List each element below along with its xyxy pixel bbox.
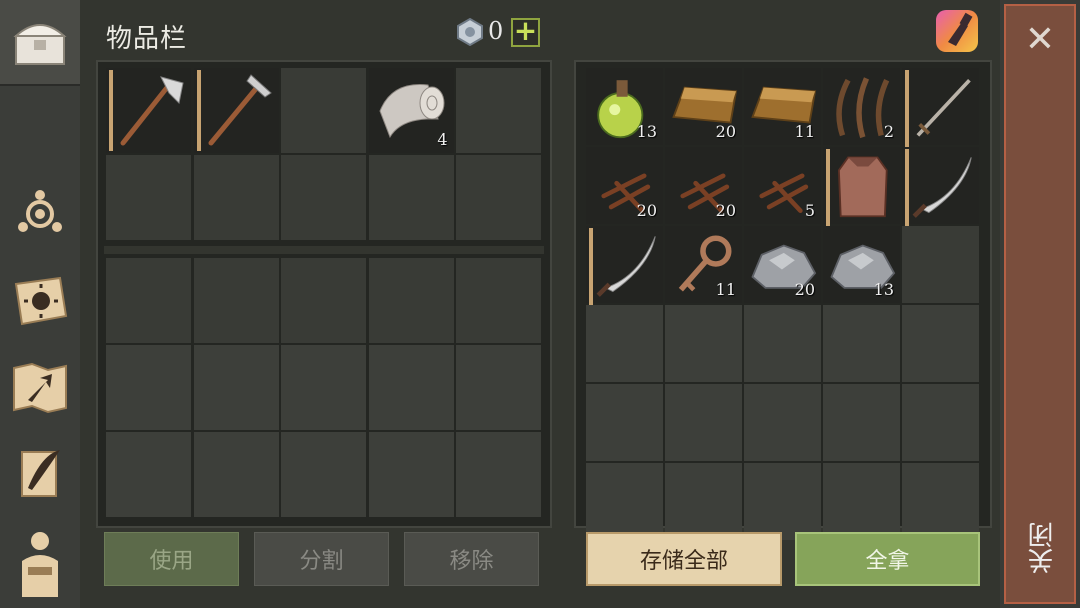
inventory-slot[interactable] bbox=[281, 345, 366, 430]
inventory-slot[interactable] bbox=[665, 463, 742, 540]
add-currency-button[interactable]: + bbox=[511, 17, 540, 47]
inventory-slot[interactable] bbox=[456, 155, 541, 240]
durability-bar bbox=[905, 149, 909, 230]
remove-button[interactable]: 移除 bbox=[404, 532, 539, 586]
durability-bar bbox=[196, 70, 201, 151]
inventory-slot[interactable] bbox=[744, 463, 821, 540]
close-label[interactable]: 关闭 bbox=[1024, 522, 1058, 574]
inventory-slot[interactable] bbox=[106, 345, 191, 430]
item-quantity: 2 bbox=[883, 122, 894, 141]
inventory-slot[interactable]: 11 bbox=[665, 226, 742, 303]
sun-book-icon[interactable] bbox=[8, 270, 72, 334]
close-panel[interactable] bbox=[1004, 4, 1076, 604]
sword-icon bbox=[905, 71, 979, 145]
inventory-slot[interactable] bbox=[456, 258, 541, 343]
inventory-slot[interactable] bbox=[368, 432, 454, 517]
item-quantity: 20 bbox=[715, 122, 736, 141]
inventory-slot[interactable] bbox=[456, 345, 541, 430]
inventory-slot[interactable] bbox=[368, 155, 454, 240]
inventory-slot[interactable] bbox=[823, 463, 900, 540]
map-arrow-icon[interactable] bbox=[8, 356, 72, 420]
inventory-slot[interactable] bbox=[586, 305, 663, 382]
inventory-slot[interactable] bbox=[823, 147, 900, 230]
quill-scroll-icon[interactable] bbox=[8, 442, 72, 506]
inventory-slot[interactable]: 4 bbox=[368, 68, 454, 153]
inventory-slot[interactable]: 11 bbox=[744, 68, 821, 145]
inventory-slot[interactable]: 20 bbox=[586, 147, 663, 224]
currency-coin-icon bbox=[456, 17, 484, 47]
page-title: 物品栏 bbox=[106, 24, 188, 54]
inventory-slot[interactable] bbox=[902, 305, 979, 382]
item-quantity: 11 bbox=[715, 280, 736, 299]
inventory-slot[interactable] bbox=[193, 432, 279, 517]
inventory-slot[interactable] bbox=[902, 226, 979, 303]
scimitar-icon bbox=[905, 150, 979, 224]
pickaxe-icon bbox=[197, 71, 277, 151]
inventory-slot[interactable] bbox=[902, 384, 979, 461]
inventory-slot[interactable] bbox=[193, 68, 279, 153]
inventory-slot[interactable] bbox=[281, 432, 366, 517]
item-quantity: 4 bbox=[437, 130, 448, 149]
sidebar bbox=[0, 0, 80, 608]
inventory-slot[interactable] bbox=[368, 258, 454, 343]
inventory-slot[interactable] bbox=[281, 258, 366, 343]
inventory-slot[interactable] bbox=[586, 463, 663, 540]
item-quantity: 20 bbox=[636, 201, 657, 220]
item-quantity: 13 bbox=[636, 122, 657, 141]
inventory-slot[interactable] bbox=[823, 305, 900, 382]
inventory-slot[interactable] bbox=[586, 226, 663, 309]
chainmail-icon bbox=[826, 150, 900, 224]
durability-bar bbox=[905, 70, 909, 151]
inventory-slot[interactable] bbox=[193, 155, 279, 240]
inventory-slot[interactable]: 13 bbox=[586, 68, 663, 145]
durability-bar bbox=[589, 228, 593, 309]
chest-icon[interactable] bbox=[8, 10, 72, 74]
inventory-slot[interactable] bbox=[106, 258, 191, 343]
inventory-slot[interactable] bbox=[193, 258, 279, 343]
store-all-button[interactable]: 存储全部 bbox=[586, 532, 782, 586]
inventory-slot[interactable] bbox=[665, 305, 742, 382]
item-quantity: 20 bbox=[794, 280, 815, 299]
inventory-slot[interactable] bbox=[586, 384, 663, 461]
durability-bar bbox=[826, 149, 830, 230]
close-icon[interactable]: ✕ bbox=[1020, 20, 1060, 60]
inventory-slot[interactable] bbox=[106, 432, 191, 517]
currency-value: 0 bbox=[488, 17, 504, 45]
inventory-slot[interactable] bbox=[456, 432, 541, 517]
scimitar-icon bbox=[589, 229, 663, 303]
split-button[interactable]: 分割 bbox=[254, 532, 389, 586]
inventory-slot[interactable] bbox=[106, 68, 191, 153]
durability-bar bbox=[109, 70, 113, 151]
item-quantity: 11 bbox=[794, 122, 815, 141]
character-icon[interactable] bbox=[8, 530, 72, 597]
inventory-slot[interactable] bbox=[744, 384, 821, 461]
inventory-slot[interactable] bbox=[193, 345, 279, 430]
use-button[interactable]: 使用 bbox=[104, 532, 239, 586]
inventory-slot[interactable] bbox=[744, 305, 821, 382]
item-quantity: 5 bbox=[804, 201, 815, 220]
inventory-divider bbox=[104, 246, 544, 254]
inventory-slot[interactable]: 20 bbox=[665, 68, 742, 145]
inventory-slot[interactable] bbox=[902, 147, 979, 230]
item-quantity: 13 bbox=[873, 280, 894, 299]
inventory-slot[interactable]: 20 bbox=[665, 147, 742, 224]
inventory-slot[interactable] bbox=[823, 384, 900, 461]
sort-brush-icon[interactable] bbox=[934, 8, 980, 54]
hatchet-icon bbox=[109, 71, 189, 151]
item-quantity: 20 bbox=[715, 201, 736, 220]
inventory-slot[interactable] bbox=[106, 155, 191, 240]
inventory-slot[interactable] bbox=[456, 68, 541, 153]
compass-icon[interactable] bbox=[8, 182, 72, 246]
take-all-button[interactable]: 全拿 bbox=[795, 532, 980, 586]
inventory-slot[interactable] bbox=[281, 155, 366, 240]
inventory-slot[interactable] bbox=[368, 345, 454, 430]
inventory-slot[interactable] bbox=[665, 384, 742, 461]
inventory-slot[interactable]: 13 bbox=[823, 226, 900, 303]
inventory-slot[interactable]: 20 bbox=[744, 226, 821, 303]
inventory-slot[interactable] bbox=[902, 68, 979, 151]
inventory-slot[interactable]: 2 bbox=[823, 68, 900, 145]
inventory-slot[interactable] bbox=[281, 68, 366, 153]
inventory-slot[interactable]: 5 bbox=[744, 147, 821, 224]
inventory-slot[interactable] bbox=[902, 463, 979, 540]
